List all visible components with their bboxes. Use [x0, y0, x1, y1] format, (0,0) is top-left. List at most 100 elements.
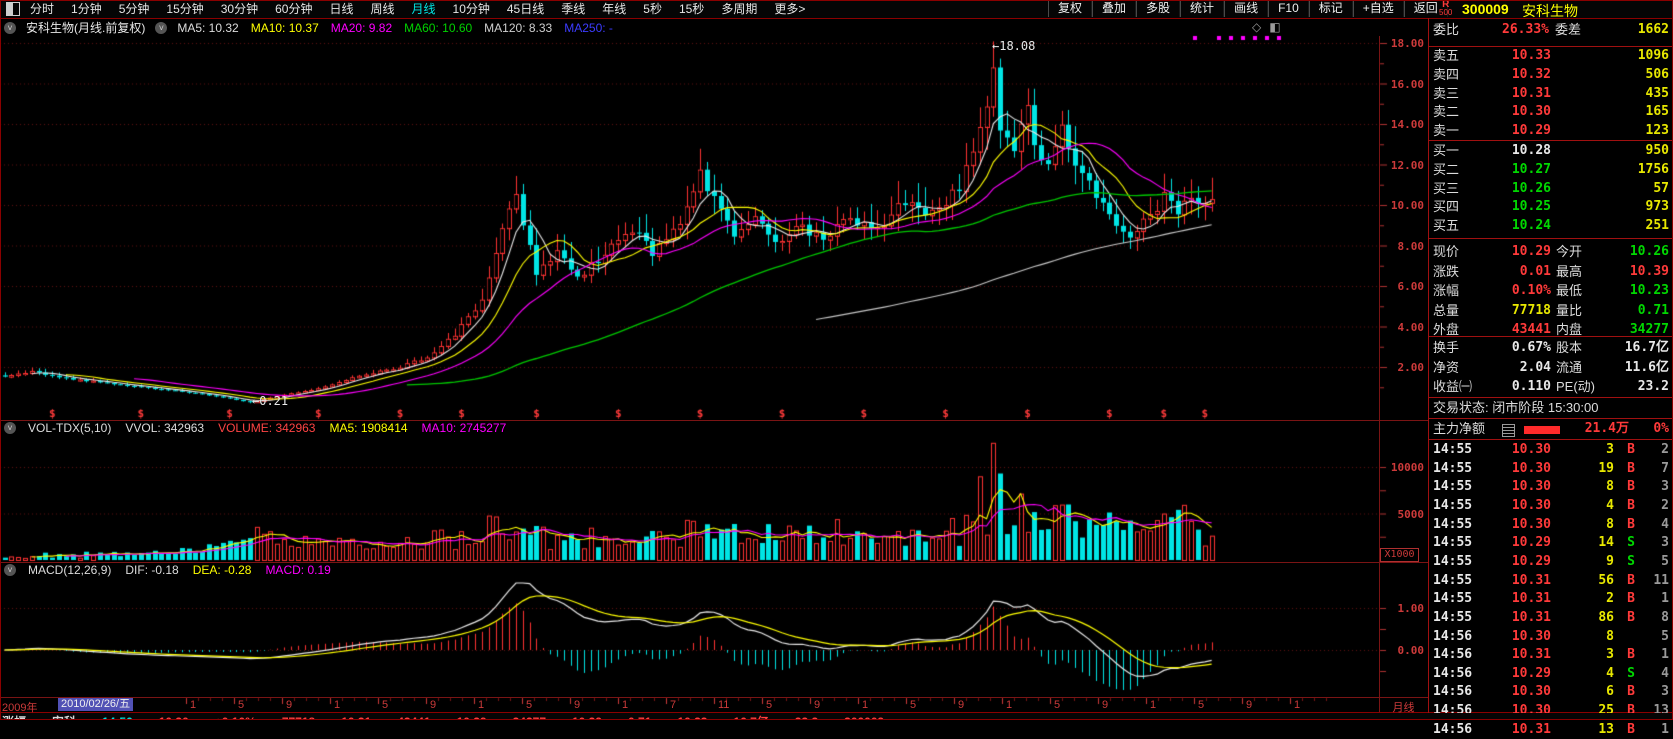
buy-price: 10.25 [1479, 198, 1551, 216]
tx-count: 1 [1637, 721, 1669, 739]
transaction-row[interactable]: 14:5510.308B4 [1429, 516, 1673, 534]
buy-level-row[interactable]: 买四10.25973 [1429, 198, 1673, 216]
toolbar-button-多股[interactable]: 多股 [1136, 0, 1180, 17]
tab-period-5秒[interactable]: 5秒 [643, 1, 662, 17]
sell-level-row[interactable]: 卖四10.32506 [1429, 66, 1673, 84]
window-icon[interactable] [6, 2, 20, 16]
transaction-row[interactable]: 14:5510.312B1 [1429, 590, 1673, 608]
tx-price: 10.29 [1481, 534, 1551, 552]
toolbar-button-复权[interactable]: 复权 [1048, 0, 1092, 17]
sell-volume: 123 [1597, 122, 1669, 140]
volume-legend-item: VVOL: 342963 [125, 421, 204, 435]
tab-period-15分钟[interactable]: 15分钟 [166, 1, 203, 17]
quote-value: 0.71 [1601, 302, 1669, 320]
quote-value: 10.29 [1481, 243, 1551, 261]
sell-price: 10.32 [1479, 66, 1551, 84]
volume-legend: VOL-TDX(5,10)VVOL: 342963VOLUME: 342963M… [28, 421, 506, 435]
transaction-row[interactable]: 14:5610.3113B1 [1429, 721, 1673, 739]
transaction-row[interactable]: 14:5510.3156B11 [1429, 572, 1673, 590]
date-tick: 5 [382, 699, 388, 711]
tx-price: 10.30 [1481, 628, 1551, 646]
tx-direction: B [1621, 721, 1635, 739]
quote-panel: 委比 26.33% 委差 1662 卖五10.331096卖四10.32506卖… [1429, 0, 1673, 720]
main-chart-header: ˅ 安科生物(月线.前复权) ˅ MA5: 10.32MA10: 10.37MA… [0, 19, 1374, 36]
sell-label: 卖一 [1433, 122, 1459, 140]
transaction-row[interactable]: 14:5510.299S5 [1429, 553, 1673, 571]
collapse-circle-icon[interactable]: ˅ [4, 22, 16, 34]
sell-level-row[interactable]: 卖五10.331096 [1429, 47, 1673, 65]
tx-price: 10.31 [1481, 721, 1551, 739]
tx-count: 2 [1637, 497, 1669, 515]
transaction-row[interactable]: 14:5510.308B3 [1429, 478, 1673, 496]
ticker-item: 0.71 [628, 715, 651, 720]
tab-period-10分钟[interactable]: 10分钟 [453, 1, 490, 17]
tab-period-周线[interactable]: 周线 [370, 1, 394, 17]
date-axis[interactable]: 1591591591711591591591591 [0, 698, 1379, 711]
macd-legend: MACD(12,26,9)DIF: -0.18DEA: -0.28MACD: 0… [28, 563, 331, 577]
main-net-row[interactable]: 主力净额 21.4万 0% [1429, 420, 1673, 438]
tab-period-1分钟[interactable]: 1分钟 [71, 1, 102, 17]
price-axis-label: 6.00 [1378, 280, 1424, 293]
tab-period-季线[interactable]: 季线 [561, 1, 585, 17]
date-tick: 7 [670, 699, 676, 711]
toolbar-button-画线[interactable]: 画线 [1224, 0, 1268, 17]
tx-price: 10.30 [1481, 460, 1551, 478]
buy-volume: 950 [1597, 142, 1669, 160]
transaction-row[interactable]: 14:5610.306B3 [1429, 683, 1673, 701]
tab-period-5分钟[interactable]: 5分钟 [119, 1, 150, 17]
ticker-item: 10.29 [457, 715, 487, 720]
date-tick: 5 [1198, 699, 1204, 711]
toolbar-button-标记[interactable]: 标记 [1309, 0, 1353, 17]
price-axis-label: 12.00 [1378, 159, 1424, 172]
sell-price: 10.29 [1479, 122, 1551, 140]
tab-period-多周期[interactable]: 多周期 [721, 1, 757, 17]
tab-period-月线[interactable]: 月线 [412, 1, 436, 17]
collapse-circle-icon[interactable]: ˅ [4, 422, 16, 434]
tab-period-分时[interactable]: 分时 [30, 1, 54, 17]
buy-label: 买五 [1433, 217, 1459, 235]
buy-level-row[interactable]: 买五10.24251 [1429, 217, 1673, 235]
tx-price: 10.31 [1481, 572, 1551, 590]
tx-time: 14:55 [1433, 497, 1472, 515]
transaction-row[interactable]: 14:5510.2914S3 [1429, 534, 1673, 552]
list-icon[interactable] [1502, 424, 1515, 437]
tab-period-15秒[interactable]: 15秒 [679, 1, 704, 17]
quote-label: 流通 [1556, 359, 1582, 377]
buy-level-row[interactable]: 买三10.2657 [1429, 180, 1673, 198]
tab-period-30分钟[interactable]: 30分钟 [221, 1, 258, 17]
transaction-row[interactable]: 14:5510.3019B7 [1429, 460, 1673, 478]
quote-value: 2.04 [1481, 359, 1551, 377]
trade-status: 交易状态: 闭市阶段 15:30:00 [1429, 399, 1673, 417]
transaction-row[interactable]: 14:5610.294S4 [1429, 665, 1673, 683]
transaction-row[interactable]: 14:5610.313B1 [1429, 646, 1673, 664]
toolbar-button-F10[interactable]: F10 [1268, 0, 1309, 17]
tx-direction: B [1621, 646, 1635, 664]
transaction-row[interactable]: 14:5510.3186B8 [1429, 609, 1673, 627]
date-tick: 1 [1294, 699, 1300, 711]
date-tick: 9 [574, 699, 580, 711]
date-tick: 5 [526, 699, 532, 711]
toolbar-button-统计[interactable]: 统计 [1180, 0, 1224, 17]
transaction-row[interactable]: 14:5510.303B2 [1429, 441, 1673, 459]
sell-volume: 165 [1597, 103, 1669, 121]
tab-period-更多>[interactable]: 更多> [774, 1, 805, 17]
transaction-row[interactable]: 14:5610.3085 [1429, 628, 1673, 646]
sell-label: 卖二 [1433, 103, 1459, 121]
tab-period-45日线[interactable]: 45日线 [507, 1, 544, 17]
chevron-circle-icon[interactable]: ˅ [155, 22, 167, 34]
sell-level-row[interactable]: 卖三10.31435 [1429, 85, 1673, 103]
toolbar-button-+自选[interactable]: +自选 [1353, 0, 1404, 17]
transaction-row[interactable]: 14:5510.304B2 [1429, 497, 1673, 515]
buy-level-row[interactable]: 买一10.28950 [1429, 142, 1673, 160]
tab-period-60分钟[interactable]: 60分钟 [275, 1, 312, 17]
chart-corner-icons[interactable]: ◇◧ [1252, 20, 1289, 34]
buy-level-row[interactable]: 买二10.271756 [1429, 161, 1673, 179]
toolbar-button-叠加[interactable]: 叠加 [1092, 0, 1136, 17]
sell-level-row[interactable]: 卖二10.30165 [1429, 103, 1673, 121]
tab-period-日线[interactable]: 日线 [329, 1, 353, 17]
tx-time: 14:55 [1433, 553, 1472, 571]
tx-volume: 19 [1559, 460, 1614, 478]
sell-level-row[interactable]: 卖一 10.29 123 [1429, 122, 1673, 140]
tab-period-年线[interactable]: 年线 [602, 1, 626, 17]
collapse-circle-icon[interactable]: ˅ [4, 564, 16, 576]
